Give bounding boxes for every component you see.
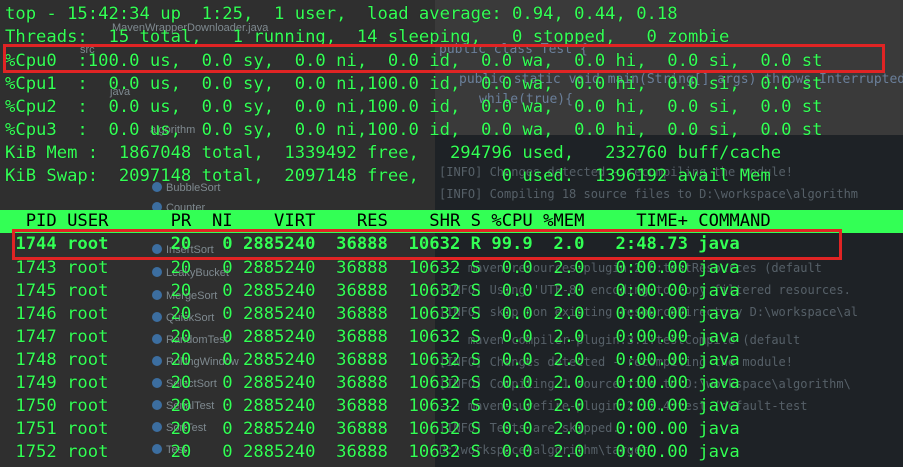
process-row: 1747 root 20 0 2885240 36888 10632 S 0.0… — [5, 327, 740, 347]
process-row: 1750 root 20 0 2885240 36888 10632 S 0.0… — [5, 396, 740, 416]
process-row: 1746 root 20 0 2885240 36888 10632 S 0.0… — [5, 304, 740, 324]
cpu0-highlight-box — [3, 44, 885, 73]
cpu1-line: %Cpu1 : 0.0 us, 0.0 sy, 0.0 ni,100.0 id,… — [5, 74, 823, 94]
screenshot: MavenWrapperDownloader.java src java alg… — [0, 0, 903, 467]
swap-line: KiB Swap: 2097148 total, 2097148 free, 0… — [5, 166, 771, 186]
cpu2-line: %Cpu2 : 0.0 us, 0.0 sy, 0.0 ni,100.0 id,… — [5, 97, 823, 117]
hot-thread-highlight-box — [12, 229, 842, 260]
terminal-top-output[interactable]: top - 15:42:34 up 1:25, 1 user, load ave… — [0, 0, 903, 467]
process-row: 1743 root 20 0 2885240 36888 10632 S 0.0… — [5, 258, 740, 278]
process-row: 1745 root 20 0 2885240 36888 10632 S 0.0… — [5, 281, 740, 301]
process-row: 1751 root 20 0 2885240 36888 10632 S 0.0… — [5, 419, 740, 439]
process-row: 1748 root 20 0 2885240 36888 10632 S 0.0… — [5, 350, 740, 370]
uptime-line: top - 15:42:34 up 1:25, 1 user, load ave… — [5, 4, 678, 24]
mem-line: KiB Mem : 1867048 total, 1339492 free, 2… — [5, 143, 782, 163]
process-row: 1749 root 20 0 2885240 36888 10632 S 0.0… — [5, 373, 740, 393]
process-row: 1752 root 20 0 2885240 36888 10632 S 0.0… — [5, 442, 740, 462]
cpu3-line: %Cpu3 : 0.0 us, 0.0 sy, 0.0 ni,100.0 id,… — [5, 120, 823, 140]
